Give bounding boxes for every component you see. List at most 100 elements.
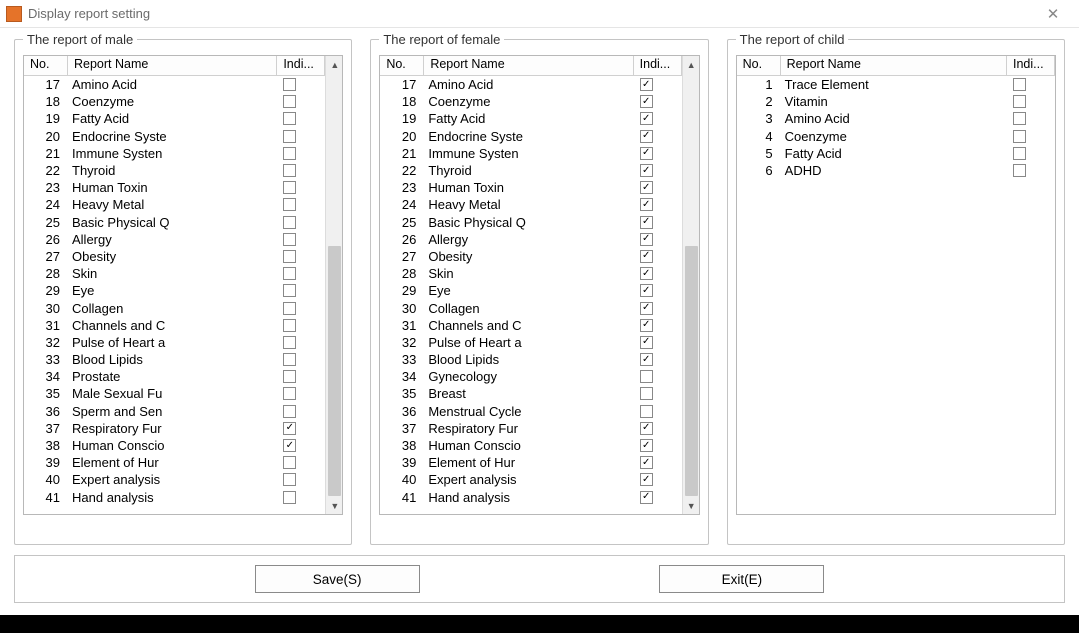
table-row[interactable]: 36Sperm and Sen	[24, 403, 325, 420]
col-no[interactable]: No.	[737, 56, 781, 75]
table-row[interactable]: 33Blood Lipids✓	[380, 351, 681, 368]
table-row[interactable]: 5Fatty Acid	[737, 145, 1055, 162]
table-row[interactable]: 22Thyroid	[24, 162, 325, 179]
table-row[interactable]: 24Heavy Metal	[24, 196, 325, 213]
checkbox[interactable]	[1013, 112, 1026, 125]
checkbox[interactable]: ✓	[640, 78, 653, 91]
child-list[interactable]: No. Report Name Indi... 1Trace Element2V…	[736, 55, 1056, 515]
checkbox[interactable]	[283, 319, 296, 332]
checkbox[interactable]	[640, 370, 653, 383]
checkbox[interactable]: ✓	[640, 216, 653, 229]
checkbox[interactable]: ✓	[640, 491, 653, 504]
col-name[interactable]: Report Name	[424, 56, 633, 75]
table-row[interactable]: 23Human Toxin✓	[380, 179, 681, 196]
table-row[interactable]: 26Allergy	[24, 231, 325, 248]
checkbox[interactable]	[283, 216, 296, 229]
table-row[interactable]: 26Allergy✓	[380, 231, 681, 248]
checkbox[interactable]	[283, 147, 296, 160]
male-header[interactable]: No. Report Name Indi...	[24, 56, 325, 76]
table-row[interactable]: 37Respiratory Fur✓	[380, 420, 681, 437]
checkbox[interactable]: ✓	[640, 130, 653, 143]
table-row[interactable]: 19Fatty Acid✓	[380, 110, 681, 127]
table-row[interactable]: 34Prostate	[24, 368, 325, 385]
checkbox[interactable]: ✓	[640, 473, 653, 486]
col-no[interactable]: No.	[380, 56, 424, 75]
scroll-thumb[interactable]	[685, 246, 698, 496]
checkbox[interactable]: ✓	[283, 439, 296, 452]
table-row[interactable]: 19Fatty Acid	[24, 110, 325, 127]
table-row[interactable]: 32Pulse of Heart a	[24, 334, 325, 351]
male-list[interactable]: No. Report Name Indi... 17Amino Acid18Co…	[23, 55, 343, 515]
table-row[interactable]: 27Obesity	[24, 248, 325, 265]
checkbox[interactable]	[1013, 78, 1026, 91]
checkbox[interactable]: ✓	[640, 353, 653, 366]
scroll-down-icon[interactable]: ▼	[326, 497, 343, 514]
table-row[interactable]: 23Human Toxin	[24, 179, 325, 196]
checkbox[interactable]	[283, 233, 296, 246]
table-row[interactable]: 3Amino Acid	[737, 110, 1055, 127]
table-row[interactable]: 33Blood Lipids	[24, 351, 325, 368]
scroll-up-icon[interactable]: ▲	[326, 56, 343, 73]
table-row[interactable]: 21Immune Systen✓	[380, 145, 681, 162]
checkbox[interactable]: ✓	[640, 336, 653, 349]
table-row[interactable]: 29Eye	[24, 282, 325, 299]
female-list[interactable]: No. Report Name Indi... 17Amino Acid✓18C…	[379, 55, 699, 515]
checkbox[interactable]	[640, 405, 653, 418]
checkbox[interactable]	[640, 387, 653, 400]
table-row[interactable]: 17Amino Acid	[24, 76, 325, 93]
table-row[interactable]: 27Obesity✓	[380, 248, 681, 265]
table-row[interactable]: 34Gynecology	[380, 368, 681, 385]
checkbox[interactable]: ✓	[283, 422, 296, 435]
table-row[interactable]: 40Expert analysis✓	[380, 471, 681, 488]
table-row[interactable]: 25Basic Physical Q	[24, 214, 325, 231]
col-no[interactable]: No.	[24, 56, 68, 75]
checkbox[interactable]	[283, 473, 296, 486]
table-row[interactable]: 2Vitamin	[737, 93, 1055, 110]
checkbox[interactable]: ✓	[640, 164, 653, 177]
table-row[interactable]: 35Male Sexual Fu	[24, 385, 325, 402]
col-ind[interactable]: Indi...	[277, 56, 325, 75]
table-row[interactable]: 18Coenzyme✓	[380, 93, 681, 110]
checkbox[interactable]	[283, 370, 296, 383]
checkbox[interactable]	[283, 267, 296, 280]
checkbox[interactable]	[283, 456, 296, 469]
table-row[interactable]: 24Heavy Metal✓	[380, 196, 681, 213]
table-row[interactable]: 17Amino Acid✓	[380, 76, 681, 93]
table-row[interactable]: 28Skin✓	[380, 265, 681, 282]
table-row[interactable]: 40Expert analysis	[24, 471, 325, 488]
checkbox[interactable]	[1013, 130, 1026, 143]
female-header[interactable]: No. Report Name Indi...	[380, 56, 681, 76]
checkbox[interactable]	[283, 387, 296, 400]
checkbox[interactable]	[283, 112, 296, 125]
table-row[interactable]: 4Coenzyme	[737, 128, 1055, 145]
table-row[interactable]: 22Thyroid✓	[380, 162, 681, 179]
table-row[interactable]: 39Element of Hur	[24, 454, 325, 471]
table-row[interactable]: 31Channels and C	[24, 317, 325, 334]
table-row[interactable]: 25Basic Physical Q✓	[380, 214, 681, 231]
table-row[interactable]: 37Respiratory Fur✓	[24, 420, 325, 437]
checkbox[interactable]: ✓	[640, 267, 653, 280]
checkbox[interactable]: ✓	[640, 198, 653, 211]
checkbox[interactable]	[283, 198, 296, 211]
close-button[interactable]: ✕	[1033, 1, 1073, 27]
checkbox[interactable]: ✓	[640, 233, 653, 246]
table-row[interactable]: 38Human Conscio✓	[24, 437, 325, 454]
checkbox[interactable]	[283, 491, 296, 504]
checkbox[interactable]: ✓	[640, 147, 653, 160]
checkbox[interactable]	[283, 336, 296, 349]
checkbox[interactable]	[283, 353, 296, 366]
female-scrollbar[interactable]: ▲ ▼	[682, 56, 699, 514]
child-header[interactable]: No. Report Name Indi...	[737, 56, 1055, 76]
table-row[interactable]: 6ADHD	[737, 162, 1055, 179]
checkbox[interactable]: ✓	[640, 181, 653, 194]
checkbox[interactable]	[1013, 164, 1026, 177]
checkbox[interactable]	[283, 284, 296, 297]
table-row[interactable]: 28Skin	[24, 265, 325, 282]
checkbox[interactable]	[283, 95, 296, 108]
table-row[interactable]: 41Hand analysis	[24, 489, 325, 506]
checkbox[interactable]	[1013, 147, 1026, 160]
checkbox[interactable]: ✓	[640, 302, 653, 315]
col-name[interactable]: Report Name	[68, 56, 277, 75]
checkbox[interactable]	[283, 130, 296, 143]
table-row[interactable]: 29Eye✓	[380, 282, 681, 299]
